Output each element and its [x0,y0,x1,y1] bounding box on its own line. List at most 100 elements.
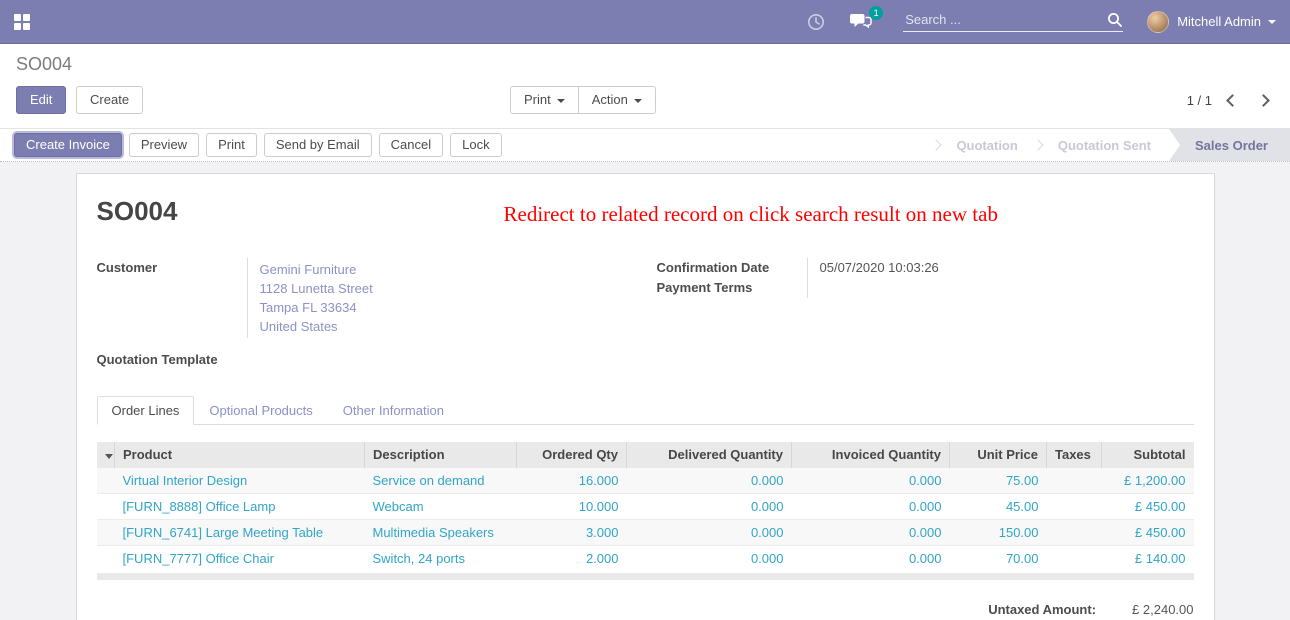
chevron-down-icon [1268,20,1276,24]
action-dropdown-button[interactable]: Action [578,86,656,114]
cell-product[interactable]: Virtual Interior Design [115,468,365,494]
tab-order-lines[interactable]: Order Lines [97,396,195,425]
preview-button[interactable]: Preview [129,133,199,157]
cell-unit-price[interactable]: 150.00 [950,520,1047,546]
apps-menu-icon[interactable] [14,14,30,30]
cell-subtotal[interactable]: £ 450.00 [1102,494,1194,520]
customer-country: United States [260,317,657,336]
cell-product[interactable]: [FURN_7777] Office Chair [115,546,365,572]
totals-row: Untaxed Amount: £ 2,240.00 [97,602,1194,617]
row-expand-cell [97,494,115,520]
content-area: SO004 Redirect to related record on clic… [0,162,1290,620]
pager-previous-icon[interactable] [1226,94,1239,107]
cell-invoiced-qty[interactable]: 0.000 [792,494,950,520]
edit-button[interactable]: Edit [16,86,66,114]
pager: 1 / 1 [1187,93,1274,108]
caret-down-icon [634,99,642,103]
cell-ordered-qty[interactable]: 3.000 [517,520,627,546]
cell-ordered-qty[interactable]: 10.000 [517,494,627,520]
col-subtotal[interactable]: Subtotal [1102,442,1194,468]
form-sheet: SO004 Redirect to related record on clic… [76,173,1215,620]
status-step-label: Quotation Sent [1058,138,1151,153]
top-navbar: 1 Mitchell Admin [0,0,1290,44]
cell-delivered-qty[interactable]: 0.000 [627,468,792,494]
field-quotation-template: Quotation Template [97,350,657,370]
col-product[interactable]: Product [115,442,365,468]
cell-invoiced-qty[interactable]: 0.000 [792,520,950,546]
col-description[interactable]: Description [365,442,517,468]
cell-product[interactable]: [FURN_6741] Large Meeting Table [115,520,365,546]
cell-subtotal[interactable]: £ 1,200.00 [1102,468,1194,494]
cell-delivered-qty[interactable]: 0.000 [627,494,792,520]
lock-button[interactable]: Lock [450,133,501,157]
notebook-tabs: Order Lines Optional Products Other Info… [97,396,1194,425]
caret-down-icon [105,454,113,459]
cell-ordered-qty[interactable]: 2.000 [517,546,627,572]
cell-invoiced-qty[interactable]: 0.000 [792,546,950,572]
cell-unit-price[interactable]: 70.00 [950,546,1047,572]
messages-icon[interactable]: 1 [849,12,873,31]
cell-delivered-qty[interactable]: 0.000 [627,546,792,572]
status-step-sales-order[interactable]: Sales Order [1169,129,1290,161]
cell-subtotal[interactable]: £ 450.00 [1102,520,1194,546]
order-line-row[interactable]: [FURN_6741] Large Meeting TableMultimedi… [97,520,1194,546]
cell-taxes[interactable] [1047,494,1102,520]
confirmation-date-label: Confirmation Date [657,258,807,278]
cell-description[interactable]: Multimedia Speakers [365,520,517,546]
pager-next-icon[interactable] [1257,94,1270,107]
field-customer: Customer Gemini Furniture 1128 Lunetta S… [97,258,657,338]
status-pipeline: Quotation Quotation Sent Sales Order [934,129,1290,161]
cell-delivered-qty[interactable]: 0.000 [627,520,792,546]
cell-description[interactable]: Switch, 24 ports [365,546,517,572]
tab-other-information[interactable]: Other Information [328,396,459,425]
cancel-button[interactable]: Cancel [379,133,443,157]
col-unit-price[interactable]: Unit Price [950,442,1047,468]
untaxed-amount-label: Untaxed Amount: [988,602,1096,617]
status-step-quotation[interactable]: Quotation [938,129,1035,161]
col-taxes[interactable]: Taxes [1047,442,1102,468]
cell-unit-price[interactable]: 45.00 [950,494,1047,520]
status-step-label: Quotation [956,138,1017,153]
caret-down-icon [557,99,565,103]
control-panel-buttons-row: Edit Create Print Action 1 / 1 [16,85,1274,115]
search-input[interactable] [903,11,1107,28]
cell-product[interactable]: [FURN_8888] Office Lamp [115,494,365,520]
tab-optional-products[interactable]: Optional Products [194,396,327,425]
cell-taxes[interactable] [1047,468,1102,494]
cell-subtotal[interactable]: £ 140.00 [1102,546,1194,572]
cell-invoiced-qty[interactable]: 0.000 [792,468,950,494]
quotation-template-value [247,350,657,370]
send-by-email-button[interactable]: Send by Email [264,133,372,157]
user-menu[interactable]: Mitchell Admin [1147,11,1276,33]
status-step-quotation-sent[interactable]: Quotation Sent [1040,129,1169,161]
order-line-row[interactable]: [FURN_7777] Office ChairSwitch, 24 ports… [97,546,1194,572]
table-footer-strip [97,573,1194,580]
create-button[interactable]: Create [76,86,143,114]
order-line-row[interactable]: [FURN_8888] Office LampWebcam10.0000.000… [97,494,1194,520]
breadcrumb: SO004 [16,54,1274,75]
cell-ordered-qty[interactable]: 16.000 [517,468,627,494]
print-dropdown-button[interactable]: Print [510,86,578,114]
red-annotation-text: Redirect to related record on click sear… [504,202,998,227]
order-line-row[interactable]: Virtual Interior DesignService on demand… [97,468,1194,494]
print-button[interactable]: Print [206,133,257,157]
pager-counter: 1 / 1 [1187,93,1212,108]
customer-value[interactable]: Gemini Furniture 1128 Lunetta Street Tam… [247,258,657,338]
activities-clock-icon[interactable] [807,13,825,31]
field-confirmation-date: Confirmation Date 05/07/2020 10:03:26 [657,258,1194,278]
row-expand-cell [97,468,115,494]
cell-description[interactable]: Service on demand [365,468,517,494]
create-invoice-button[interactable]: Create Invoice [14,133,122,157]
cell-description[interactable]: Webcam [365,494,517,520]
customer-name[interactable]: Gemini Furniture [260,260,657,279]
search-icon[interactable] [1107,12,1123,28]
col-delivered-quantity[interactable]: Delivered Quantity [627,442,792,468]
cell-taxes[interactable] [1047,546,1102,572]
cell-taxes[interactable] [1047,520,1102,546]
col-invoiced-quantity[interactable]: Invoiced Quantity [792,442,950,468]
expand-header[interactable] [97,442,115,468]
confirmation-date-value: 05/07/2020 10:03:26 [807,258,1194,278]
cell-unit-price[interactable]: 75.00 [950,468,1047,494]
customer-street: 1128 Lunetta Street [260,279,657,298]
col-ordered-qty[interactable]: Ordered Qty [517,442,627,468]
